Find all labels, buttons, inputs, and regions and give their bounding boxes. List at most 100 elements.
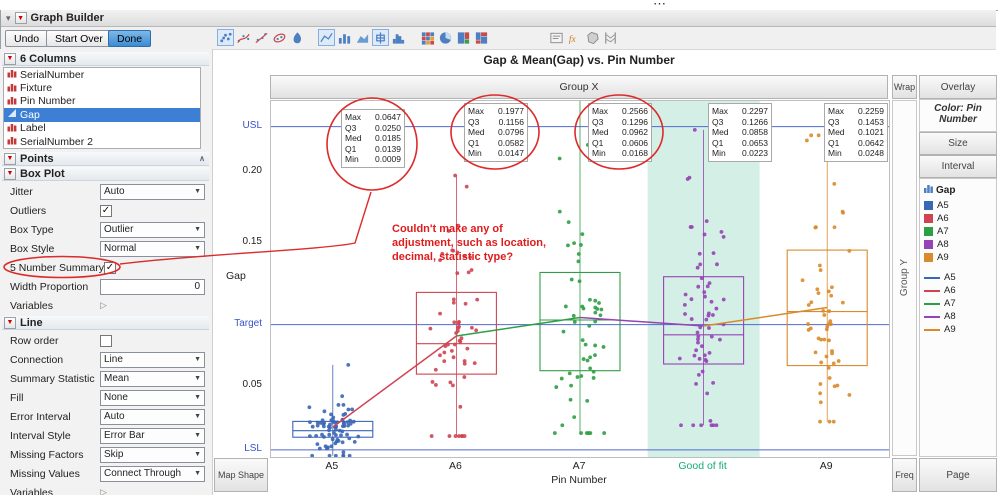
nominal-column-icon <box>7 122 17 135</box>
legend-line-item-a7[interactable]: A7 <box>924 297 992 310</box>
graph-type-toolbar: fx <box>217 29 619 46</box>
columns-header-label: 6 Columns <box>20 53 76 65</box>
graph-icon-points[interactable] <box>217 29 234 46</box>
columns-section-header[interactable]: ▼ 6 Columns <box>2 52 209 66</box>
chevron-down-icon: ▼ <box>194 470 201 477</box>
red-triangle-menu-icon[interactable]: ▼ <box>4 168 16 180</box>
graph-icon-line-of-fit[interactable] <box>253 29 270 46</box>
group-x-dropzone[interactable]: Group X <box>270 75 888 99</box>
continuous-column-icon <box>7 108 17 121</box>
outliers-checkbox[interactable]: ✓ <box>100 205 112 217</box>
done-button[interactable]: Done <box>108 30 151 47</box>
boxplot-section-header[interactable]: ▼ Box Plot <box>2 167 209 181</box>
ref-label-usl: USL <box>212 120 262 131</box>
control-row-outliers: Outliers✓ <box>0 201 211 220</box>
connection-select[interactable]: Line▼ <box>100 352 205 368</box>
5-number-summary-checkbox[interactable]: ✓ <box>104 262 116 274</box>
red-triangle-menu-icon[interactable]: ▼ <box>4 317 16 329</box>
column-item-serialnumber-2[interactable]: SerialNumber 2 <box>4 135 200 148</box>
page-dropzone[interactable]: Page <box>919 458 997 492</box>
line-section-header[interactable]: ▼ Line <box>2 316 209 330</box>
column-item-fixture[interactable]: Fixture <box>4 81 200 94</box>
graph-icon-smoother[interactable] <box>235 29 252 46</box>
start-over-button[interactable]: Start Over <box>46 30 112 47</box>
y-tick-0.15: 0.15 <box>212 236 262 247</box>
overlay-dropzone[interactable]: Overlay <box>919 75 997 99</box>
control-label: Connection <box>10 354 100 366</box>
map-shape-dropzone[interactable]: Map Shape <box>214 458 268 492</box>
control-label: Row order <box>10 335 100 347</box>
legend: Gap A5A6A7A8A9A5A6A7A8A9 <box>919 178 997 457</box>
legend-line-item-a6[interactable]: A6 <box>924 284 992 297</box>
interval-style-select[interactable]: Error Bar▼ <box>100 428 205 444</box>
graph-icon-pie[interactable] <box>437 29 454 46</box>
graph-icon-formula[interactable]: fx <box>566 29 583 46</box>
column-item-serialnumber[interactable]: SerialNumber <box>4 68 200 81</box>
box-type-select[interactable]: Outlier▼ <box>100 222 205 238</box>
graph-icon-parallel[interactable] <box>602 29 619 46</box>
column-label: SerialNumber 2 <box>20 136 93 148</box>
x-axis[interactable]: A5A6A7Good of fitA9 <box>270 459 888 473</box>
graph-icon-box-plot[interactable] <box>372 29 389 46</box>
legend-color-swatch <box>924 227 933 236</box>
fill-select[interactable]: None▼ <box>100 390 205 406</box>
outline-collapse-icon[interactable]: ▾ <box>6 13 11 24</box>
legend-line-swatch <box>924 329 940 331</box>
undo-button[interactable]: Undo <box>5 30 48 47</box>
scroll-up-icon[interactable]: ∧ <box>199 154 205 163</box>
jitter-select[interactable]: Auto▼ <box>100 184 205 200</box>
plot-area[interactable]: Max0.0647Q30.0250Med0.0185Q10.0139Min0.0… <box>270 100 890 458</box>
control-row-width-proportion: Width Proportion0 <box>0 277 211 296</box>
y-axis-label[interactable]: Gap <box>226 270 246 282</box>
graph-icon-contour[interactable] <box>289 29 306 46</box>
freq-dropzone[interactable]: Freq <box>892 458 917 492</box>
y-tick-0.20: 0.20 <box>212 165 262 176</box>
red-triangle-menu-icon[interactable]: ▼ <box>4 53 16 65</box>
legend-item-a9[interactable]: A9 <box>924 251 992 264</box>
error-interval-select[interactable]: Auto▼ <box>100 409 205 425</box>
size-dropzone[interactable]: Size <box>919 132 997 155</box>
title-bar: ▾ ▼ Graph Builder <box>1 10 996 27</box>
row-order-checkbox[interactable] <box>100 335 112 347</box>
missing-values-select[interactable]: Connect Through▼ <box>100 466 205 482</box>
legend-line-item-a8[interactable]: A8 <box>924 310 992 323</box>
legend-item-a8[interactable]: A8 <box>924 238 992 251</box>
graph-icon-line[interactable] <box>318 29 335 46</box>
graph-icon-map-shape[interactable] <box>584 29 601 46</box>
width-proportion-input[interactable]: 0 <box>100 279 205 295</box>
red-triangle-menu-icon[interactable]: ▼ <box>4 153 16 165</box>
graph-icon-histogram[interactable] <box>390 29 407 46</box>
column-item-label[interactable]: Label <box>4 122 200 135</box>
control-label: Box Type <box>10 224 100 236</box>
legend-line-item-a9[interactable]: A9 <box>924 323 992 336</box>
graph-icon-mosaic[interactable] <box>473 29 490 46</box>
variables-disclosure-icon[interactable]: ▷ <box>100 487 107 495</box>
column-item-gap[interactable]: Gap <box>4 108 200 121</box>
red-triangle-menu-icon[interactable]: ▼ <box>15 12 27 24</box>
graph-icon-ellipse[interactable] <box>271 29 288 46</box>
x-axis-label[interactable]: Pin Number <box>270 474 888 486</box>
legend-item-a6[interactable]: A6 <box>924 212 992 225</box>
summary-statistic-select[interactable]: Mean▼ <box>100 371 205 387</box>
graph-icon-caption-box[interactable] <box>548 29 565 46</box>
graph-icon-heatmap[interactable] <box>419 29 436 46</box>
graph-icon-treemap[interactable] <box>455 29 472 46</box>
graph-icon-bar[interactable] <box>336 29 353 46</box>
column-label: Label <box>20 122 46 134</box>
graph-icon-area[interactable] <box>354 29 371 46</box>
legend-color-swatch <box>924 240 933 249</box>
group-y-dropzone[interactable]: Group Y <box>892 100 917 456</box>
legend-item-a5[interactable]: A5 <box>924 199 992 212</box>
missing-factors-select[interactable]: Skip▼ <box>100 447 205 463</box>
column-item-pin-number[interactable]: Pin Number <box>4 95 200 108</box>
toolbar-separator <box>491 37 547 38</box>
control-row-interval-style: Interval StyleError Bar▼ <box>0 426 211 445</box>
wrap-dropzone[interactable]: Wrap <box>892 75 917 99</box>
variables-disclosure-icon[interactable]: ▷ <box>100 300 107 311</box>
interval-dropzone[interactable]: Interval <box>919 155 997 178</box>
legend-line-item-a5[interactable]: A5 <box>924 271 992 284</box>
points-section-header[interactable]: ▼ Points ∧ <box>2 152 209 166</box>
box-style-select[interactable]: Normal▼ <box>100 241 205 257</box>
control-label: Jitter <box>10 186 100 198</box>
legend-item-a7[interactable]: A7 <box>924 225 992 238</box>
